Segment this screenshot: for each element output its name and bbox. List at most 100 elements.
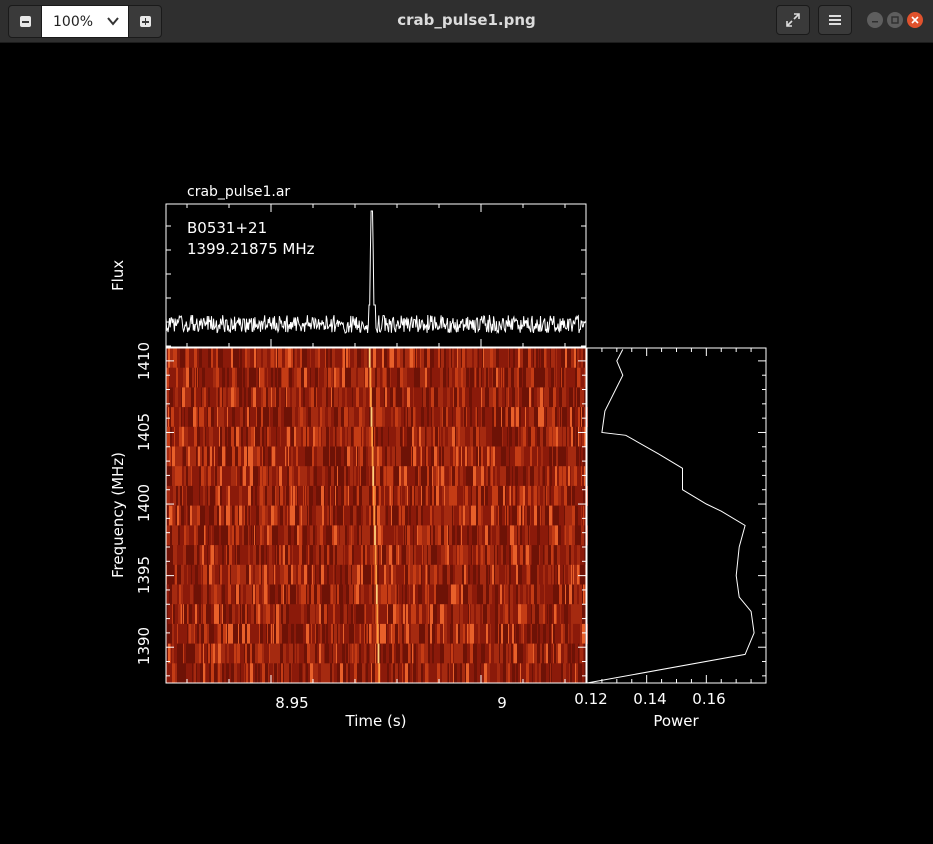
heatmap-cell (194, 367, 195, 388)
heatmap-cell (366, 407, 369, 428)
heatmap-cell (330, 545, 332, 566)
heatmap-cell (578, 426, 579, 447)
heatmap-cell (497, 426, 498, 447)
heatmap-cell (379, 387, 380, 408)
heatmap-cell (202, 584, 203, 605)
heatmap-cell (451, 426, 452, 447)
heatmap-cell (534, 348, 536, 368)
heatmap-cell (228, 387, 231, 408)
heatmap-cell (357, 663, 360, 684)
heatmap-cell (178, 485, 180, 506)
heatmap-cell (505, 525, 507, 546)
heatmap-cell (431, 545, 434, 566)
heatmap-cell (503, 367, 504, 388)
heatmap-cell (219, 387, 220, 408)
heatmap-cell (350, 348, 351, 368)
heatmap-cell (389, 623, 391, 644)
heatmap-cell (471, 545, 472, 566)
heatmap-cell (211, 387, 213, 408)
heatmap-cell (235, 663, 237, 684)
heatmap-cell (255, 584, 256, 605)
heatmap-cell (384, 485, 385, 506)
heatmap-cell (530, 584, 531, 605)
heatmap-cell (386, 466, 387, 487)
heatmap-cell (543, 466, 545, 487)
heatmap-cell (220, 564, 221, 585)
heatmap-cell (582, 584, 583, 605)
maximize-button[interactable] (887, 12, 903, 28)
heatmap-cell (315, 564, 316, 585)
heatmap-cell (523, 643, 524, 664)
heatmap-cell (470, 604, 471, 625)
heatmap-cell (253, 643, 255, 664)
heatmap-cell (500, 407, 501, 428)
heatmap-cell (293, 584, 296, 605)
heatmap-cell (168, 407, 169, 428)
heatmap-cell (523, 545, 525, 566)
heatmap-cell (204, 407, 207, 428)
heatmap-cell (351, 604, 353, 625)
heatmap-cell (496, 525, 499, 546)
heatmap-cell (502, 407, 505, 428)
heatmap-cell (249, 426, 251, 447)
heatmap-cell (540, 426, 543, 447)
heatmap-cell (174, 584, 177, 605)
heatmap-cell (287, 505, 288, 526)
heatmap-cell (263, 446, 265, 467)
heatmap-cell (402, 643, 403, 664)
heatmap-cell (453, 623, 456, 644)
heatmap-cell (330, 564, 333, 585)
heatmap-cell (529, 407, 532, 428)
heatmap-cell (387, 584, 388, 605)
heatmap-cell (181, 584, 182, 605)
fullscreen-button[interactable] (776, 5, 810, 35)
heatmap-cell (254, 426, 255, 447)
heatmap-cell (337, 525, 339, 546)
heatmap-cell (555, 623, 557, 644)
heatmap-cell (562, 367, 564, 388)
heatmap-cell (481, 407, 482, 428)
heatmap-cell (312, 367, 315, 388)
heatmap-cell (427, 407, 429, 428)
heatmap-cell (359, 525, 361, 546)
heatmap-cell (366, 387, 369, 408)
heatmap-cell (551, 545, 553, 566)
heatmap-cell (575, 584, 577, 605)
heatmap-cell (489, 584, 492, 605)
heatmap-cell (337, 505, 340, 526)
heatmap-cell (545, 466, 547, 487)
pulse-streak (376, 604, 379, 624)
menu-button[interactable] (818, 5, 852, 35)
heatmap-cell (349, 525, 351, 546)
heatmap-cell (330, 604, 333, 625)
heatmap-cell (199, 466, 201, 487)
heatmap-cell (502, 584, 504, 605)
heatmap-cell (552, 426, 553, 447)
heatmap-cell (528, 407, 529, 428)
heatmap-cell (490, 466, 491, 487)
heatmap-cell (333, 564, 334, 585)
heatmap-cell (325, 485, 328, 506)
heatmap-cell (516, 604, 518, 625)
heatmap-cell (490, 545, 493, 566)
heatmap-cell (537, 584, 540, 605)
heatmap-cell (419, 387, 422, 408)
heatmap-cell (339, 604, 340, 625)
heatmap-cell (242, 387, 244, 408)
heatmap-cell (279, 426, 280, 447)
heatmap-cell (206, 387, 208, 408)
heatmap-cell (520, 564, 522, 585)
heatmap-cell (263, 387, 266, 408)
heatmap-cell (479, 604, 480, 625)
heatmap-cell (415, 643, 416, 664)
close-button[interactable] (907, 12, 923, 28)
minimize-button[interactable] (867, 12, 883, 28)
heatmap-cell (508, 348, 509, 368)
heatmap-cell (342, 643, 345, 664)
heatmap-cell (534, 367, 536, 388)
heatmap-cell (557, 407, 559, 428)
heatmap-cell (576, 505, 578, 526)
heatmap-cell (460, 545, 463, 566)
heatmap-cell (307, 643, 310, 664)
heatmap-cell (303, 446, 304, 467)
